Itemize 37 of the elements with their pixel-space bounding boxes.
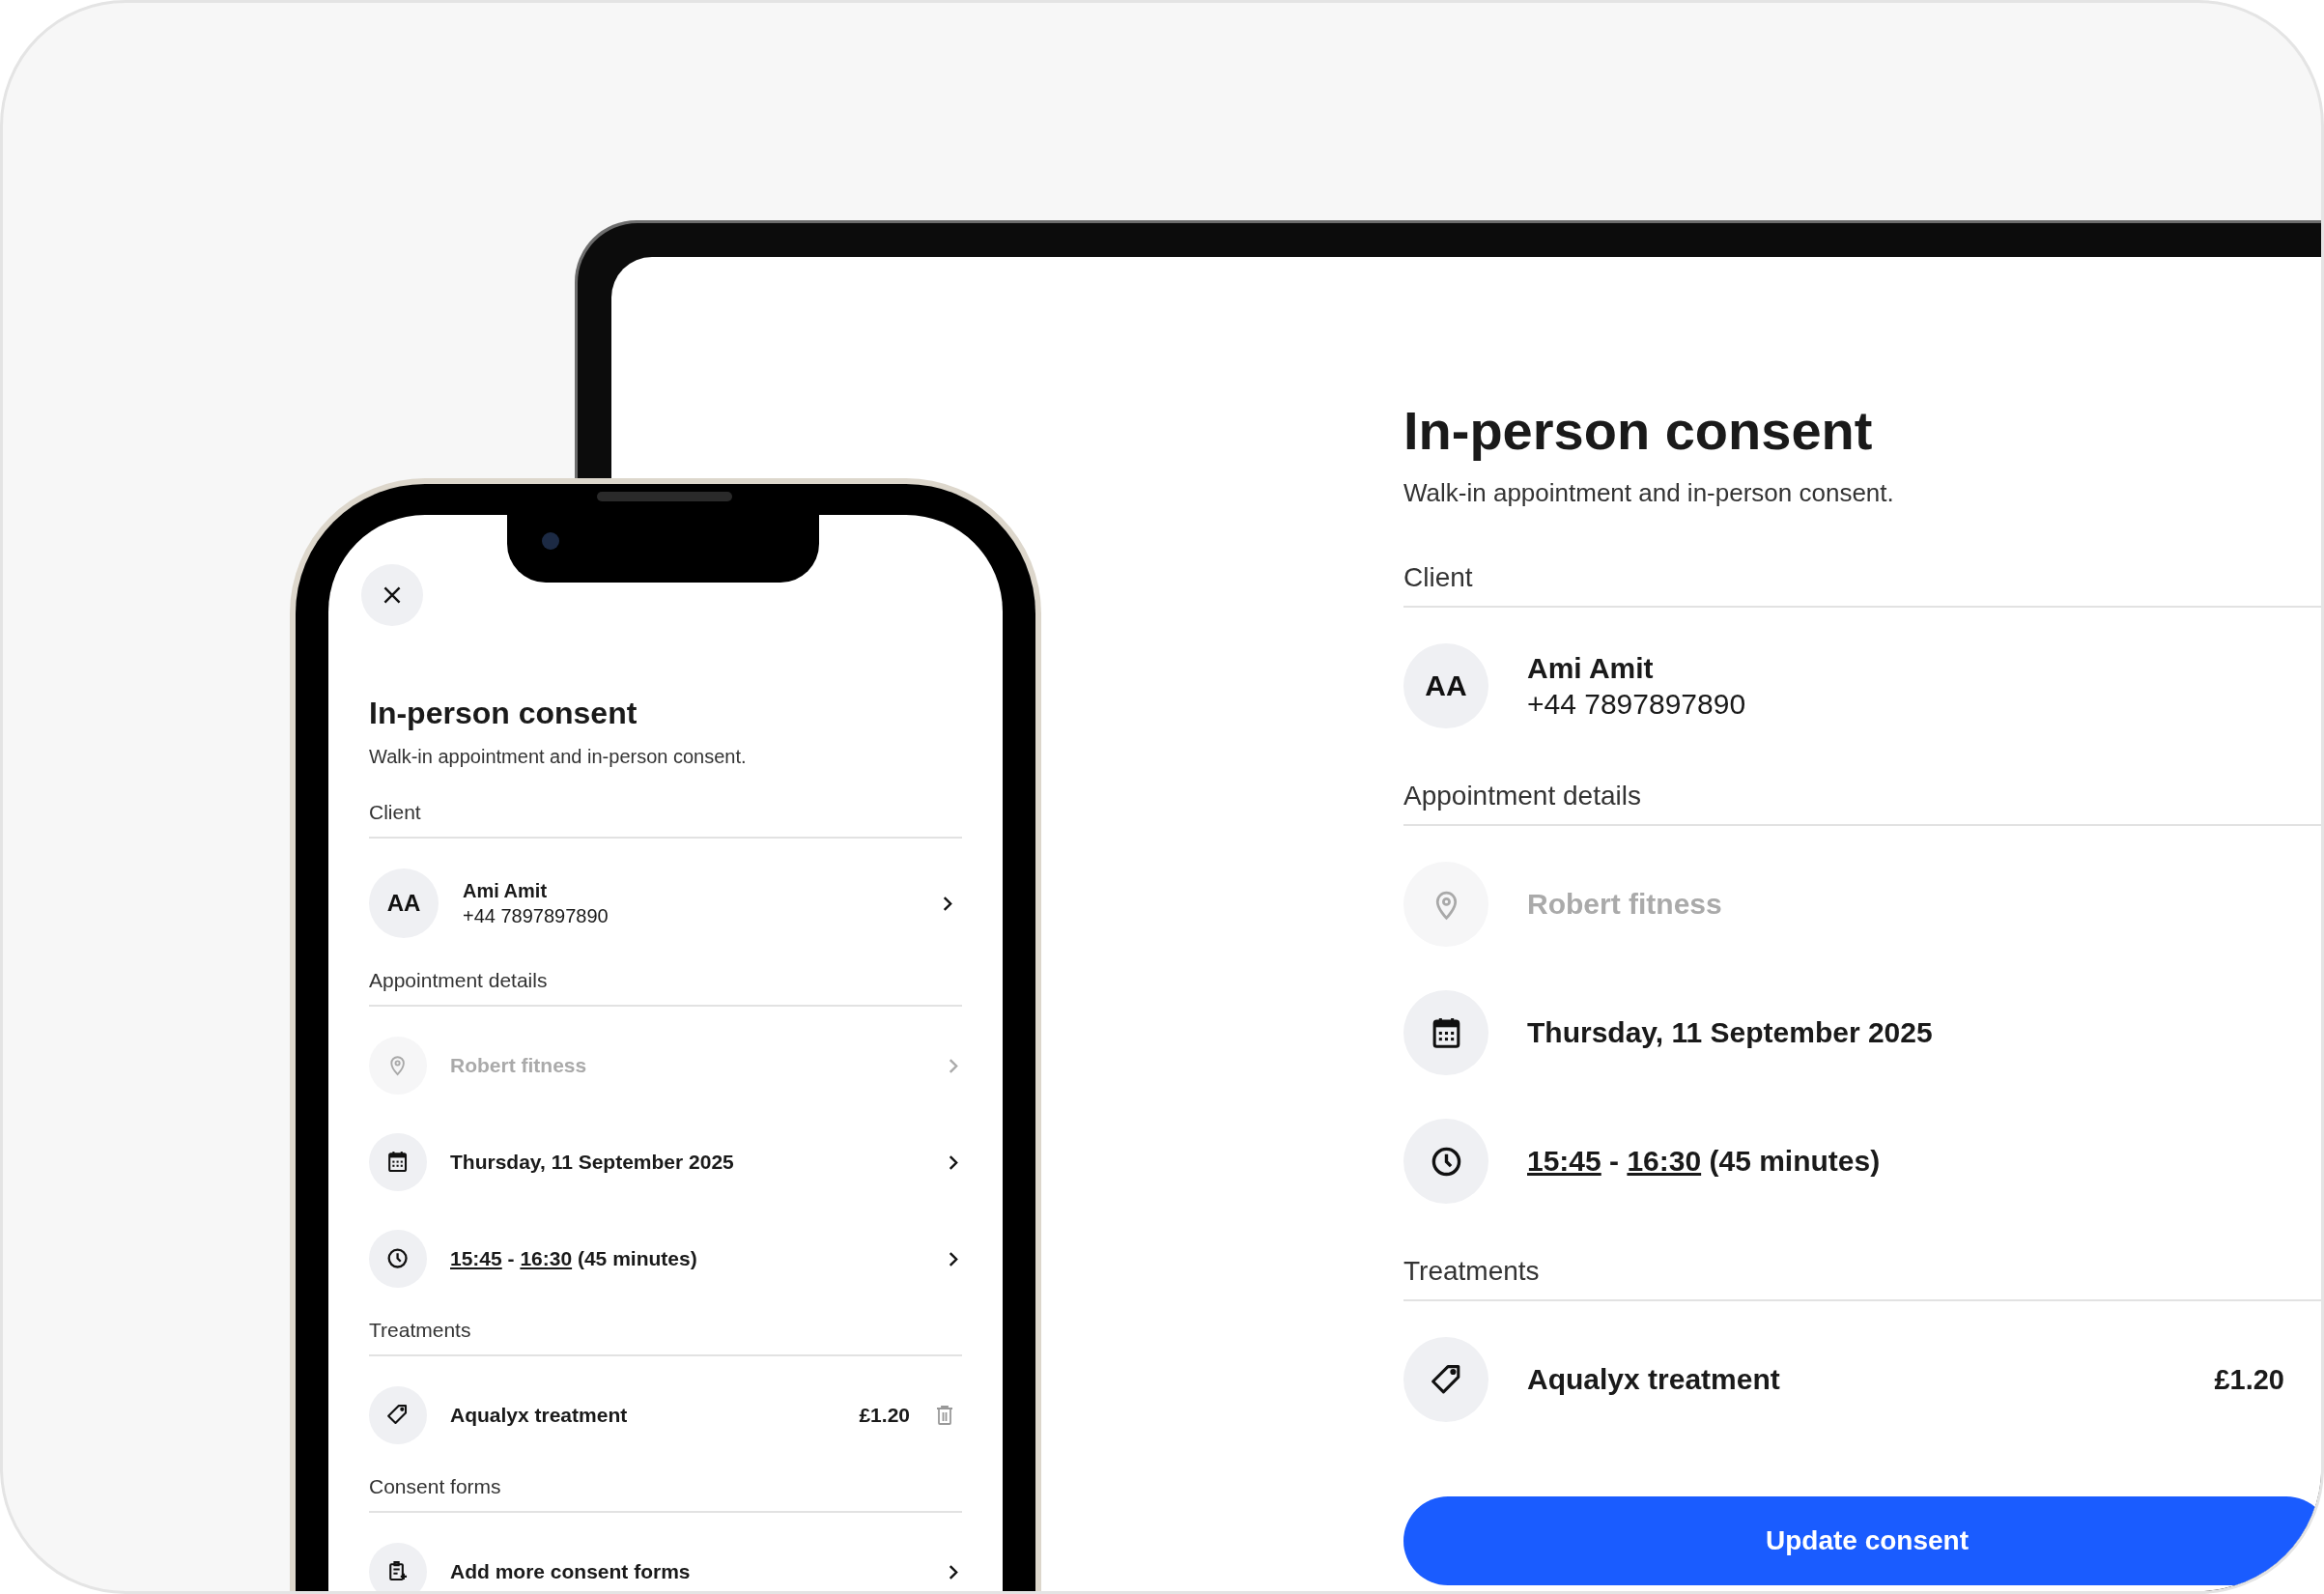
section-heading: Consent forms — [369, 1473, 962, 1513]
row-label[interactable]: Thursday, 11 September 2025 — [450, 1151, 734, 1174]
start-time-link[interactable]: 15:45 — [1527, 1145, 1601, 1177]
client-name: Ami Amit — [1527, 651, 1655, 686]
section-heading: Client — [369, 799, 962, 839]
time-range: 15:45 - 16:30 (45 minutes) — [1527, 1145, 1881, 1178]
row-label[interactable]: Thursday, 11 September 2025 — [1527, 1016, 1933, 1049]
page-title: In-person consent — [1403, 399, 1874, 463]
row-label[interactable]: Add more consent forms — [450, 1560, 691, 1583]
chevron-icon[interactable] — [948, 1562, 958, 1581]
section-heading: Treatments — [369, 1317, 962, 1356]
trash-icon[interactable] — [935, 1405, 954, 1426]
client-phone: +44 7897897890 — [463, 904, 609, 928]
avatar-initials: AA — [1403, 643, 1488, 728]
page-subtitle: Walk-in appointment and in-person consent. — [369, 745, 748, 769]
price: £1.20 — [2214, 1363, 2284, 1396]
avatar-initials: AA — [369, 868, 439, 938]
page-subtitle: Walk-in appointment and in-person consent. — [1403, 477, 1895, 509]
section-heading: Appointment details — [369, 967, 962, 1007]
clipboard-icon — [369, 1543, 427, 1591]
client-phone: +44 7897897890 — [1527, 687, 1746, 722]
client-name: Ami Amit — [463, 879, 549, 903]
end-time-link[interactable]: 16:30 — [1627, 1145, 1702, 1177]
chevron-icon[interactable] — [948, 1249, 958, 1268]
section-heading: Treatments — [1403, 1254, 2321, 1301]
price: £1.20 — [859, 1404, 910, 1427]
page-title: In-person consent — [369, 695, 638, 732]
row-label[interactable]: Aqualyx treatment — [450, 1404, 628, 1427]
end-time-link[interactable]: 16:30 — [520, 1247, 573, 1269]
time-range: 15:45 - 16:30 (45 minutes) — [450, 1247, 697, 1270]
camera-icon — [542, 532, 559, 550]
row-label[interactable]: Aqualyx treatment — [1527, 1363, 1780, 1396]
section-heading: Appointment details — [1403, 779, 2321, 826]
start-time-link[interactable]: 15:45 — [450, 1247, 502, 1269]
chevron-icon[interactable] — [942, 894, 952, 913]
section-heading: Client — [1403, 560, 2321, 608]
chevron-icon[interactable] — [948, 1153, 958, 1172]
